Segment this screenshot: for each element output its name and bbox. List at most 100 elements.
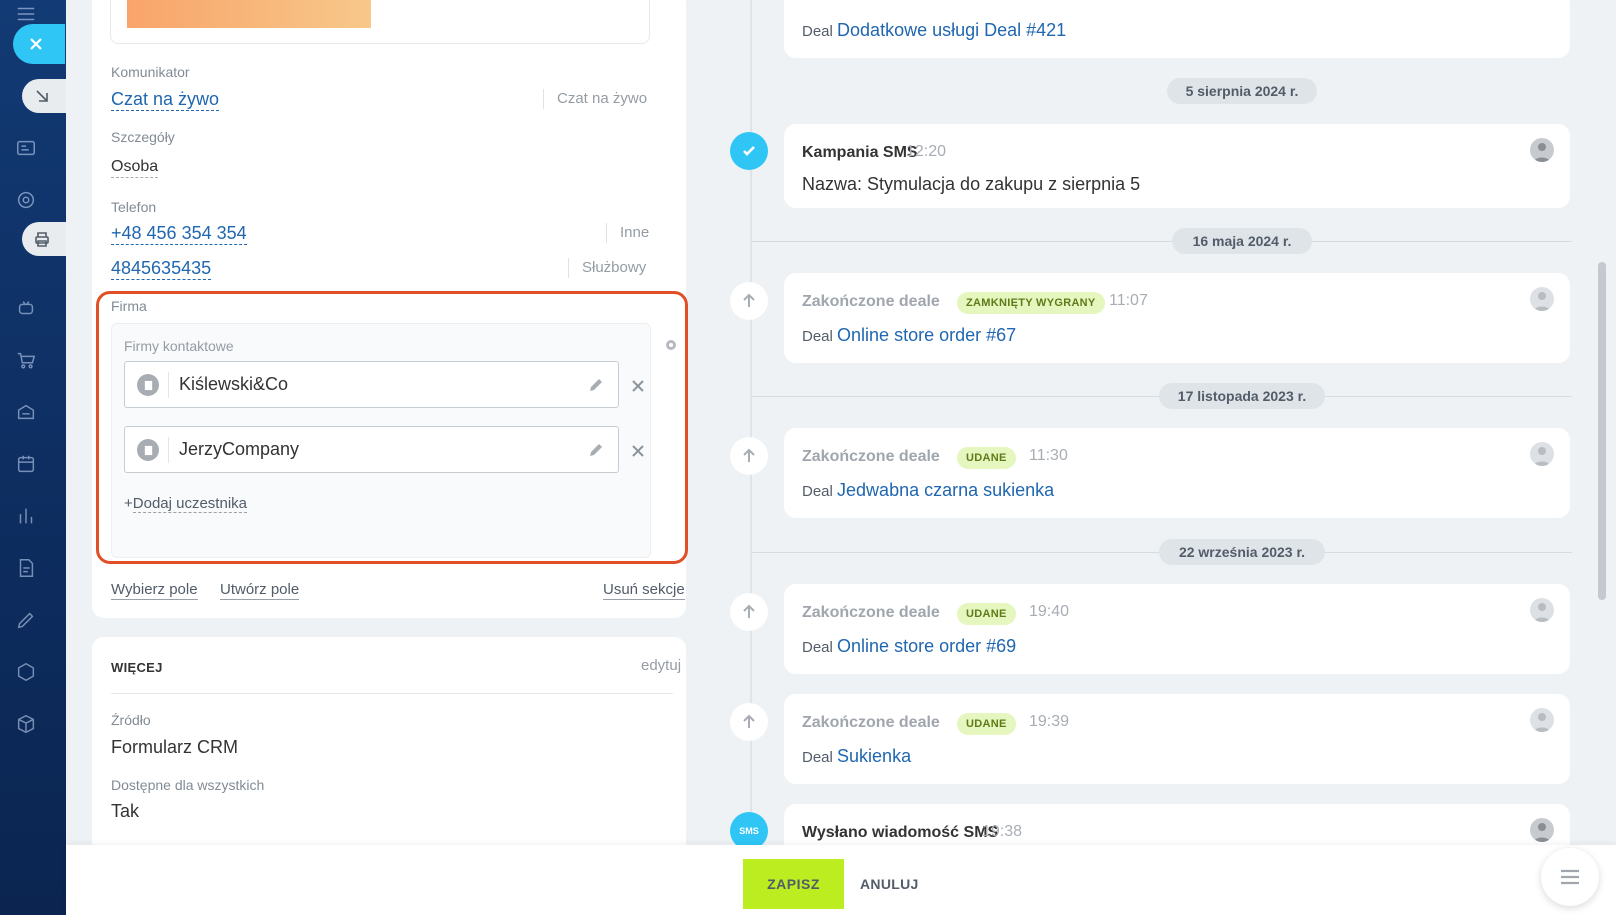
company-block: Firmy kontaktowe Kiślewski&Co JerzyCompa… (111, 323, 651, 558)
building-icon (137, 439, 159, 461)
sms-campaign-body: Nazwa: Stymulacja do zakupu z sierpnia 5 (802, 174, 1141, 194)
company-input-2[interactable]: JerzyCompany (124, 426, 619, 473)
edit-pencil-icon[interactable] (588, 377, 604, 393)
more-edit-link[interactable]: edytuj (641, 657, 681, 674)
deal-4-time: 19:39 (1029, 713, 1070, 730)
source-value: Formularz CRM (111, 737, 239, 757)
deal-2-body: Deal Jedwabna czarna sukienka (802, 480, 1055, 500)
more-title: WIĘCEJ (111, 660, 163, 675)
timeline-item-deal-4: Zakończone deale UDANE 19:39 Deal Sukien… (784, 694, 1570, 784)
list-menu-icon (1561, 869, 1579, 885)
arrow-up-icon (730, 593, 768, 631)
check-icon (730, 132, 768, 170)
timeline-item-top: Deal Dodatkowe usługi Deal #421 (784, 0, 1570, 58)
deal-4-badge: UDANE (957, 713, 1016, 735)
available-label: Dostępne dla wszystkich (111, 777, 265, 793)
menu-button[interactable] (1541, 848, 1599, 906)
user-avatar (1530, 708, 1554, 732)
add-participant-link[interactable]: +Dodaj uczestnika (124, 495, 247, 513)
deal-4-link[interactable]: Sukienka (837, 746, 911, 766)
phone-number-2[interactable]: 4845635435 (111, 257, 212, 280)
date-separator-2: 16 maja 2024 r. (1172, 228, 1312, 254)
create-field-link[interactable]: Utwórz pole (220, 580, 300, 600)
building-icon (137, 374, 159, 396)
messenger-label: Komunikator (111, 64, 190, 80)
edit-pencil-icon[interactable] (588, 442, 604, 458)
top-event-body: Deal Dodatkowe usługi Deal #421 (802, 20, 1067, 40)
contact-card-icon[interactable] (14, 136, 38, 160)
sms-sent-time: 19:38 (982, 823, 1023, 840)
phone-label: Telefon (111, 199, 157, 215)
sms-campaign-time: 12:20 (906, 143, 947, 160)
deal-1-time: 11:07 (1109, 292, 1148, 309)
deal-3-body: Deal Online store order #69 (802, 636, 1017, 656)
inventory-icon[interactable] (14, 400, 38, 424)
deal-3-time: 19:40 (1029, 603, 1070, 620)
deal-3-title: Zakończone deale (802, 604, 940, 621)
close-icon (30, 38, 42, 50)
robot-icon[interactable] (14, 296, 38, 320)
phone-tag-2: Służbowy (568, 258, 646, 278)
arrow-up-icon (730, 703, 768, 741)
deal-2-time: 11:30 (1029, 447, 1068, 464)
sms-campaign-title: Kampania SMS (802, 144, 918, 161)
timeline-item-deal-2: Zakończone deale UDANE 11:30 Deal Jedwab… (784, 428, 1570, 518)
deal-2-title: Zakończone deale (802, 448, 940, 465)
box-icon[interactable] (14, 712, 38, 736)
user-avatar (1530, 138, 1554, 162)
timeline-item-deal-1: Zakończone deale ZAMKNIĘTY WYGRANY 11:07… (784, 273, 1570, 363)
date-separator-1: 5 sierpnia 2024 r. (1167, 78, 1317, 104)
deal-1-badge: ZAMKNIĘTY WYGRANY (957, 292, 1105, 314)
user-avatar (1530, 442, 1554, 466)
cart-icon[interactable] (14, 348, 38, 372)
close-slider-button[interactable] (13, 24, 65, 64)
messenger-value[interactable]: Czat na żywo (111, 88, 220, 111)
deal-2-link[interactable]: Jedwabna czarna sukienka (837, 480, 1054, 500)
remove-company-2-icon[interactable] (632, 444, 646, 458)
source-label: Źródło (111, 712, 151, 728)
document-icon[interactable] (14, 556, 38, 580)
messenger-tag: Czat na żywo (543, 89, 647, 109)
details-value[interactable]: Osoba (111, 157, 159, 178)
user-avatar (1530, 287, 1554, 311)
timeline-scrollbar[interactable] (1598, 262, 1606, 600)
photo-field (110, 0, 650, 44)
save-button[interactable]: ZAPISZ (743, 859, 844, 909)
company-name-1: Kiślewski&Co (179, 374, 289, 394)
company-name-2: JerzyCompany (179, 439, 300, 459)
hexagon-icon[interactable] (14, 660, 38, 684)
contact-photo[interactable] (127, 0, 371, 28)
left-nav (0, 0, 66, 915)
sms-sent-title: Wysłano wiadomość SMS (802, 824, 999, 841)
deal-1-title: Zakończone deale (802, 293, 940, 310)
hamburger-icon[interactable] (14, 2, 38, 26)
user-avatar (1530, 598, 1554, 622)
deal-4-body: Deal Sukienka (802, 746, 912, 766)
company-label: Firma (111, 298, 147, 314)
minimize-button[interactable] (22, 79, 66, 113)
timeline-item-deal-3: Zakończone deale UDANE 19:40 Deal Online… (784, 584, 1570, 674)
date-separator-3: 17 listopada 2023 r. (1159, 383, 1325, 409)
chart-icon[interactable] (14, 504, 38, 528)
calendar-icon[interactable] (14, 452, 38, 476)
deal-1-body: Deal Online store order #67 (802, 325, 1017, 345)
date-separator-4: 22 września 2023 r. (1159, 539, 1325, 565)
gear-icon[interactable] (663, 337, 681, 355)
print-button[interactable] (22, 222, 66, 256)
phone-number-1[interactable]: +48 456 354 354 (111, 222, 247, 245)
remove-company-1-icon[interactable] (632, 379, 646, 393)
top-event-link[interactable]: Dodatkowe usługi Deal #421 (837, 20, 1066, 40)
timeline-item-sms-campaign: Kampania SMS 12:20 Nazwa: Stymulacja do … (784, 124, 1570, 208)
cancel-button[interactable]: ANULUJ (860, 876, 919, 892)
available-value: Tak (111, 801, 140, 821)
deal-3-link[interactable]: Online store order #69 (837, 636, 1016, 656)
select-field-link[interactable]: Wybierz pole (111, 580, 198, 600)
user-avatar (1530, 818, 1554, 842)
pen-icon[interactable] (14, 608, 38, 632)
delete-section-link[interactable]: Usuń sekcje (603, 580, 685, 600)
arrow-up-icon (730, 437, 768, 475)
target-icon[interactable] (14, 188, 38, 212)
phone-tag-1: Inne (606, 223, 649, 243)
company-input-1[interactable]: Kiślewski&Co (124, 361, 619, 408)
deal-1-link[interactable]: Online store order #67 (837, 325, 1016, 345)
